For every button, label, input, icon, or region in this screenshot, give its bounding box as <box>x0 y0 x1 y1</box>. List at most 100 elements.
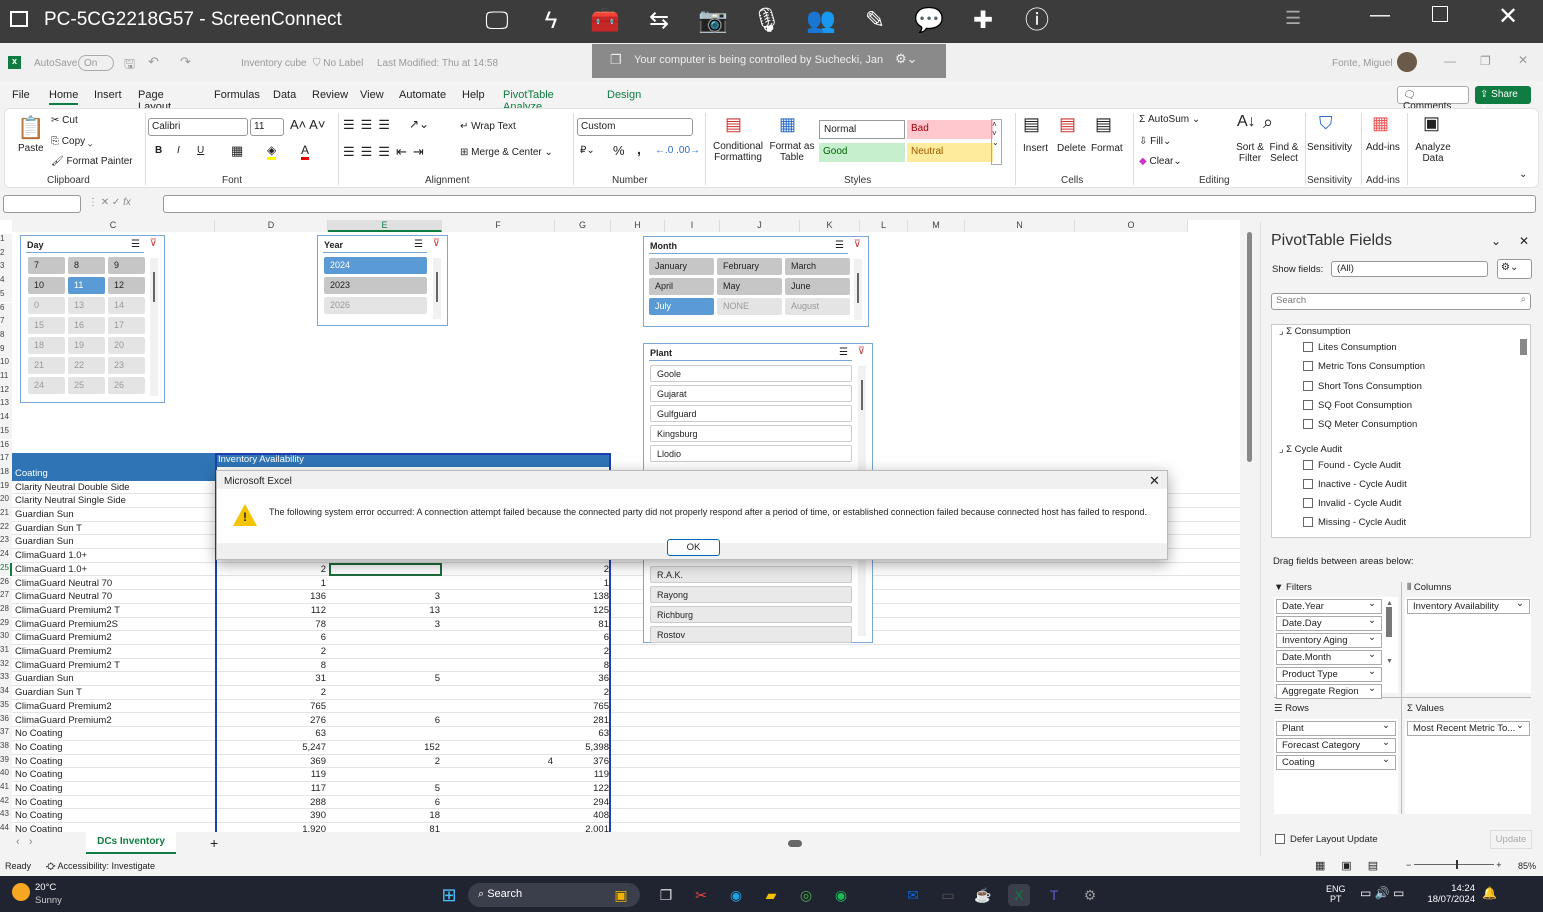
pane-close-icon[interactable]: ✕ <box>1519 234 1529 248</box>
active-cell[interactable] <box>329 562 442 577</box>
sensitivity-button[interactable]: Sensitivity <box>1307 142 1352 153</box>
find-icon[interactable]: ⌕ <box>1263 112 1273 133</box>
slicer-item[interactable]: 15 <box>28 317 65 334</box>
coating-cell[interactable]: ClimaGuard Neutral 70 <box>15 577 215 590</box>
slicer-item[interactable]: 24 <box>28 377 65 394</box>
slicer-item[interactable]: Gujarat <box>650 385 852 402</box>
horizontal-scrollbar[interactable] <box>772 840 1240 848</box>
name-box[interactable] <box>3 195 81 213</box>
value-cell-e[interactable]: 13 <box>328 604 442 617</box>
slicer-item[interactable]: Llodio <box>650 445 852 462</box>
field-group[interactable]: ⌟ Σ Consumption <box>1279 326 1351 337</box>
row-header[interactable]: 14 <box>0 412 12 426</box>
underline-button[interactable]: U <box>197 145 204 156</box>
slicer-item[interactable]: 18 <box>28 337 65 354</box>
value-cell-e[interactable]: 3 <box>328 590 442 603</box>
clear-filter-icon[interactable]: ⊽ <box>433 238 440 249</box>
value-cell-g[interactable]: 2 <box>555 645 611 658</box>
column-header-F[interactable]: F <box>442 220 555 232</box>
clock[interactable]: 14:24 18/07/2024 <box>1425 883 1475 905</box>
sensitivity-icon[interactable]: ⛉ <box>1319 113 1333 134</box>
bold-button[interactable]: B <box>155 145 162 156</box>
borders-icon[interactable]: ▦ <box>231 143 243 159</box>
filters-scrollbar[interactable]: ▲ ▼ <box>1386 600 1394 690</box>
rows-item[interactable]: Plant <box>1276 721 1396 736</box>
addins-icon[interactable]: ▦ <box>1372 113 1389 134</box>
style-bad[interactable]: Bad <box>907 120 993 139</box>
value-cell-e[interactable]: 6 <box>328 796 442 809</box>
settings-icon[interactable]: ⚙ <box>1079 884 1101 906</box>
coating-cell[interactable]: No Coating <box>15 782 215 795</box>
sheet-tab-dcs-inventory[interactable]: DCs Inventory <box>86 832 176 854</box>
slicer-item[interactable]: May <box>717 278 782 295</box>
coating-cell[interactable]: Guardian Sun T <box>15 686 215 699</box>
value-cell-g[interactable]: 138 <box>555 590 611 603</box>
coating-cell[interactable]: ClimaGuard Premium2 <box>15 700 215 713</box>
tab-data[interactable]: Data <box>273 89 296 101</box>
row-header[interactable]: 19 <box>0 480 12 495</box>
task-view-icon[interactable]: ❐ <box>655 884 677 906</box>
coating-cell[interactable]: Guardian Sun <box>15 508 215 521</box>
plus-icon[interactable]: ✚ <box>966 4 1000 38</box>
slicer-item[interactable]: Richburg <box>650 606 852 623</box>
slicer-item[interactable]: 2023 <box>324 277 427 294</box>
slicer-item[interactable]: January <box>649 258 714 275</box>
value-cell-g[interactable]: 36 <box>555 672 611 685</box>
comments-button[interactable]: 🗨 Comments <box>1397 86 1469 112</box>
field-item[interactable]: Found - Cycle Audit <box>1303 459 1401 471</box>
checkbox[interactable] <box>1303 380 1313 391</box>
camera-icon[interactable]: 📷 <box>696 4 730 38</box>
format-table-icon[interactable]: ▦ <box>779 114 796 135</box>
row-header[interactable]: 20 <box>0 494 12 508</box>
value-cell-d[interactable]: 390 <box>215 809 328 822</box>
gear-icon[interactable]: ⚙⌄ <box>895 51 918 67</box>
value-cell-d[interactable]: 765 <box>215 700 328 713</box>
slicer-item[interactable]: 7 <box>28 257 65 274</box>
slicer-item[interactable]: 13 <box>68 297 105 314</box>
accessibility-status[interactable]: ⛮ Accessibility: Investigate <box>46 861 155 872</box>
filters-item[interactable]: Date.Year <box>1276 599 1382 614</box>
slicer-item[interactable]: March <box>785 258 850 275</box>
show-fields-select[interactable]: (All) <box>1331 261 1488 277</box>
microphone-icon[interactable]: 🎙 <box>750 4 784 38</box>
column-header-H[interactable]: H <box>611 220 665 232</box>
tab-home[interactable]: Home <box>49 89 79 105</box>
row-header[interactable]: 15 <box>0 425 12 440</box>
row-header[interactable]: 39 <box>0 754 12 769</box>
value-cell-g[interactable]: 2 <box>555 686 611 699</box>
zoom-slider[interactable]: − + <box>1406 860 1502 870</box>
decimal-icons[interactable]: ←.0 .00→ <box>655 145 700 156</box>
vertical-align-icons[interactable]: ☰☰☰ <box>343 117 396 133</box>
value-cell-g[interactable]: 294 <box>555 796 611 809</box>
slicer-item[interactable]: 22 <box>68 357 105 374</box>
delete-cells-button[interactable]: Delete <box>1057 143 1086 154</box>
slicer-item[interactable]: 10 <box>28 277 65 294</box>
close-icon[interactable]: ✕ <box>1498 2 1518 31</box>
edge-icon[interactable]: ◉ <box>725 884 747 906</box>
checkbox[interactable] <box>1303 478 1313 489</box>
slicer-item[interactable]: 17 <box>108 317 145 334</box>
value-cell-d[interactable]: 369 <box>215 755 328 768</box>
value-cell-g[interactable]: 122 <box>555 782 611 795</box>
value-cell-d[interactable]: 8 <box>215 659 328 672</box>
explorer-icon[interactable]: ▰ <box>760 884 782 906</box>
restore-icon[interactable]: ❐ <box>1480 54 1491 68</box>
value-cell-d[interactable]: 78 <box>215 618 328 631</box>
find-select-button[interactable]: Find & Select <box>1267 142 1301 164</box>
formula-input[interactable] <box>163 195 1536 213</box>
value-cell-g[interactable]: 765 <box>555 700 611 713</box>
row-header[interactable]: 35 <box>0 699 12 714</box>
column-header-N[interactable]: N <box>965 220 1075 232</box>
field-item[interactable]: Short Tons Consumption <box>1303 380 1422 392</box>
field-list-scrollbar[interactable] <box>1520 327 1528 537</box>
delete-cells-icon[interactable]: ▤ <box>1059 114 1076 135</box>
slicer-item[interactable]: Rayong <box>650 586 852 603</box>
slicer-item[interactable]: 26 <box>108 377 145 394</box>
number-format-select[interactable]: Custom <box>577 118 693 136</box>
slicer-item[interactable]: 2026 <box>324 297 427 314</box>
slicer-item[interactable]: 0 <box>28 297 65 314</box>
analyze-data-button[interactable]: Analyze Data <box>1413 142 1453 164</box>
system-tray-icons[interactable]: ▭ 🔊 ▭ <box>1360 886 1404 900</box>
slicer-item[interactable]: 20 <box>108 337 145 354</box>
value-cell-g[interactable]: 281 <box>555 714 611 727</box>
